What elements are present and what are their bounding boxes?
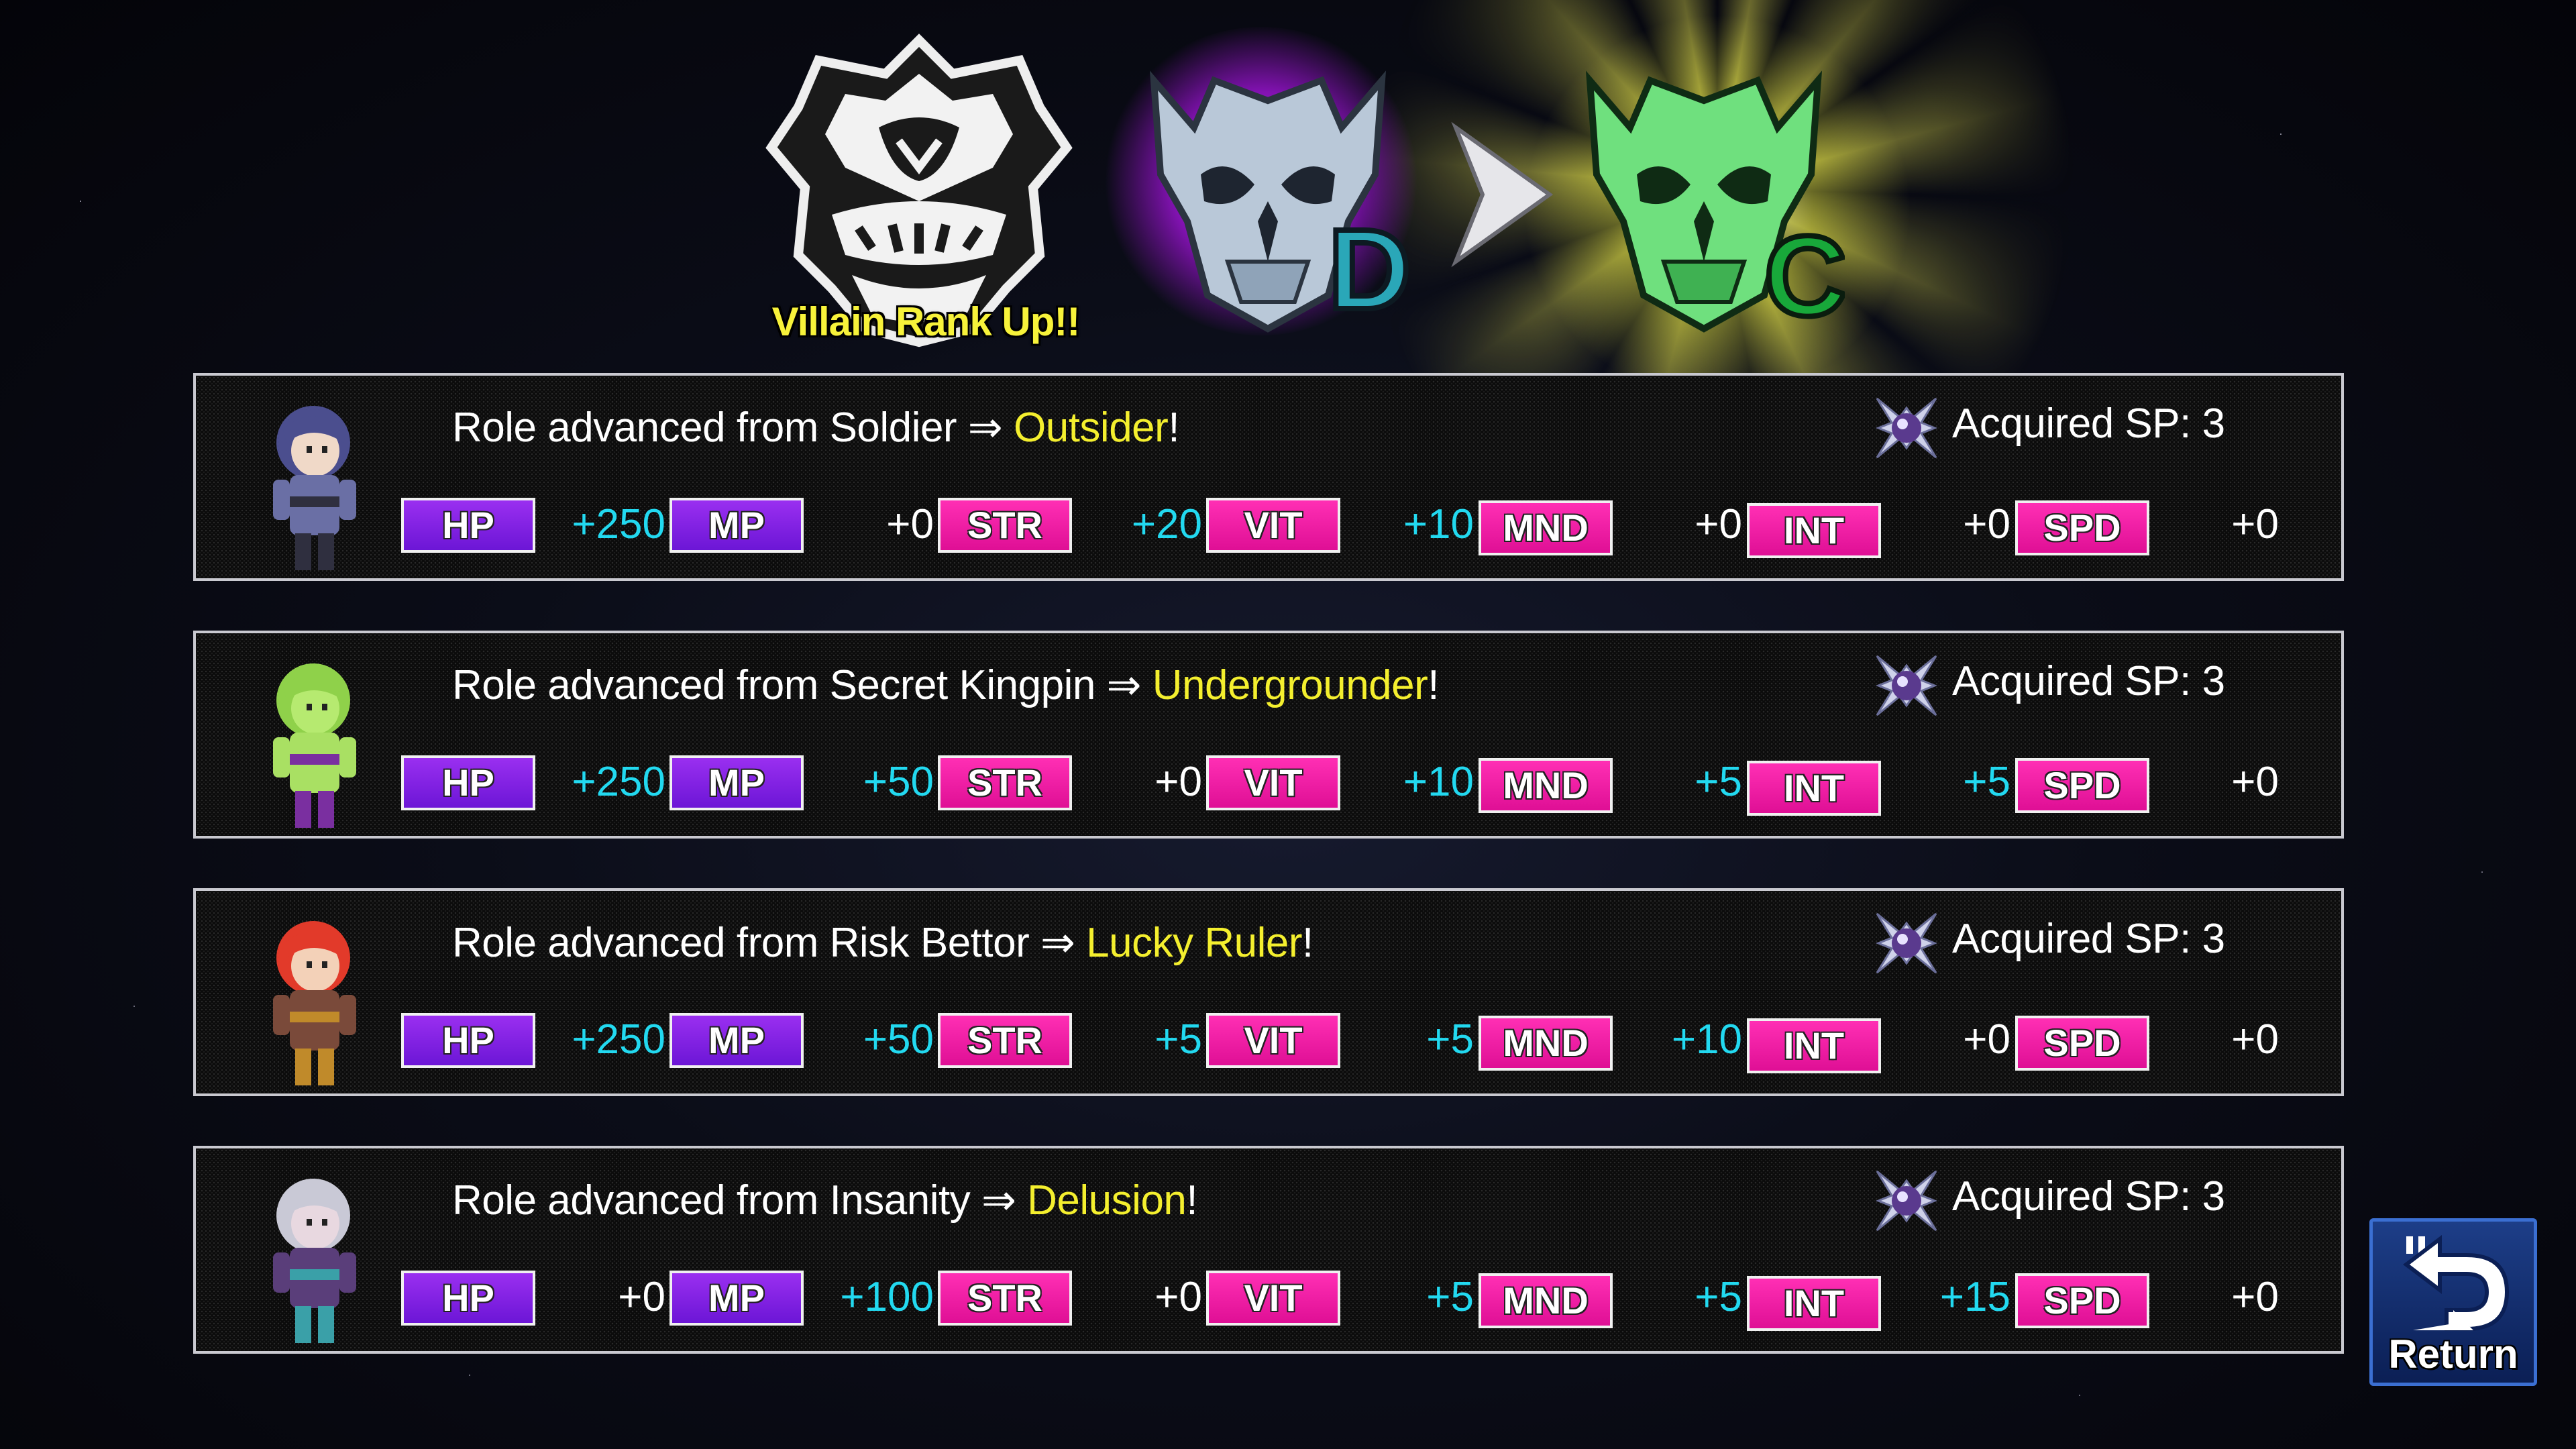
stat-badge-hp: HP [401, 755, 535, 810]
rank-up-header: Villain Rank Up!! D C [0, 0, 2576, 550]
stat-value-mp: +50 [863, 1016, 934, 1063]
character-portrait [273, 663, 356, 828]
stat-badge-hp: HP [401, 1271, 535, 1326]
stat-value-vit: +10 [1403, 759, 1474, 805]
stat-badge-mp: MP [669, 1271, 804, 1326]
sp-crystal-icon [1875, 1170, 1938, 1232]
stat-badge-vit: VIT [1206, 1271, 1340, 1326]
new-role-name: Lucky Ruler [1086, 920, 1303, 966]
stat-badge-spd: SPD [2015, 758, 2149, 813]
stat-badge-int: INT [1747, 761, 1881, 816]
role-from-text: Role advanced from Risk Bettor ⇒ [452, 920, 1087, 966]
return-arrow-icon [2403, 1234, 2510, 1331]
stat-value-str: +20 [1131, 501, 1202, 547]
role-from-text: Role advanced from Soldier ⇒ [452, 405, 1014, 451]
acquired-sp-text: Acquired SP: 3 [1952, 916, 2225, 962]
stat-badge-str: STR [938, 1013, 1072, 1068]
stat-badge-hp: HP [401, 1013, 535, 1068]
rank-d-skull-icon: D [1149, 70, 1409, 335]
stat-badge-vit: VIT [1206, 755, 1340, 810]
stat-value-hp: +250 [572, 1016, 665, 1063]
stat-value-mp: +100 [840, 1274, 934, 1320]
new-role-name: Undergrounder [1152, 662, 1428, 708]
stat-value-vit: +10 [1403, 501, 1474, 547]
stat-badge-str: STR [938, 1271, 1072, 1326]
sp-crystal-icon [1875, 912, 1938, 974]
stat-badge-str: STR [938, 755, 1072, 810]
stat-badge-spd: SPD [2015, 1273, 2149, 1328]
stat-badge-mnd: MND [1479, 500, 1613, 555]
character-portrait [273, 921, 356, 1085]
stat-value-spd: +0 [2231, 759, 2279, 805]
stat-badge-mnd: MND [1479, 1016, 1613, 1071]
return-label: Return [2388, 1332, 2518, 1377]
stat-badge-spd: SPD [2015, 500, 2149, 555]
stat-badge-int: INT [1747, 1276, 1881, 1331]
role-advance-row: Role advanced from Secret Kingpin ⇒ Unde… [193, 631, 2344, 839]
stat-value-hp: +250 [572, 759, 665, 805]
sp-crystal-icon [1875, 655, 1938, 716]
stat-badge-vit: VIT [1206, 1013, 1340, 1068]
stat-badge-int: INT [1747, 503, 1881, 558]
new-role-name: Outsider [1013, 405, 1169, 451]
stat-badge-int: INT [1747, 1018, 1881, 1073]
stat-value-mp: +50 [863, 759, 934, 805]
stat-value-int: +5 [1963, 759, 2010, 805]
rank-c-skull-icon: C [1585, 70, 1845, 335]
stat-value-str: +0 [1155, 1274, 1202, 1320]
new-rank-letter: C [1764, 213, 1845, 335]
character-portrait [273, 1179, 356, 1343]
stat-value-mnd: +5 [1695, 1274, 1742, 1320]
old-rank-letter: D [1328, 206, 1409, 333]
stat-badge-hp: HP [401, 498, 535, 553]
role-suffix: ! [1168, 405, 1180, 451]
rank-arrow-icon [1451, 121, 1554, 268]
stat-badge-mp: MP [669, 755, 804, 810]
stat-value-mp: +0 [886, 501, 934, 547]
role-suffix: ! [1186, 1177, 1198, 1224]
stat-value-hp: +250 [572, 501, 665, 547]
stat-value-mnd: +5 [1695, 759, 1742, 805]
rank-up-text: Villain Rank Up!! [771, 299, 1081, 344]
role-advance-text: Role advanced from Soldier ⇒ Outsider! [452, 402, 1180, 451]
stat-badge-mp: MP [669, 1013, 804, 1068]
character-portrait [273, 406, 356, 570]
stat-value-spd: +0 [2231, 1016, 2279, 1063]
acquired-sp-text: Acquired SP: 3 [1952, 400, 2225, 447]
role-advance-text: Role advanced from Secret Kingpin ⇒ Unde… [452, 660, 1440, 709]
role-suffix: ! [1428, 662, 1440, 708]
stat-badge-vit: VIT [1206, 498, 1340, 553]
acquired-sp-text: Acquired SP: 3 [1952, 658, 2225, 704]
role-advance-row: Role advanced from Insanity ⇒ Delusion! … [193, 1146, 2344, 1354]
stat-value-int: +15 [1939, 1274, 2010, 1320]
stat-value-vit: +5 [1426, 1016, 1474, 1063]
stat-value-spd: +0 [2231, 501, 2279, 547]
sp-crystal-icon [1875, 397, 1938, 459]
role-advance-text: Role advanced from Risk Bettor ⇒ Lucky R… [452, 918, 1313, 967]
role-advance-text: Role advanced from Insanity ⇒ Delusion! [452, 1175, 1198, 1224]
new-role-name: Delusion [1027, 1177, 1187, 1224]
role-from-text: Role advanced from Insanity ⇒ [452, 1177, 1028, 1224]
stat-value-str: +0 [1155, 759, 1202, 805]
stat-value-hp: +0 [618, 1274, 665, 1320]
stat-value-mnd: +10 [1671, 1016, 1742, 1063]
stat-badge-mnd: MND [1479, 758, 1613, 813]
stat-value-mnd: +0 [1695, 501, 1742, 547]
stat-value-int: +0 [1963, 1016, 2010, 1063]
role-suffix: ! [1302, 920, 1313, 966]
stat-value-spd: +0 [2231, 1274, 2279, 1320]
stat-badge-mp: MP [669, 498, 804, 553]
stat-badge-str: STR [938, 498, 1072, 553]
stat-badge-spd: SPD [2015, 1016, 2149, 1071]
acquired-sp-text: Acquired SP: 3 [1952, 1173, 2225, 1220]
return-button[interactable]: Return [2369, 1218, 2537, 1386]
stat-badge-mnd: MND [1479, 1273, 1613, 1328]
stat-value-int: +0 [1963, 501, 2010, 547]
stat-value-str: +5 [1155, 1016, 1202, 1063]
stat-value-vit: +5 [1426, 1274, 1474, 1320]
role-advance-row: Role advanced from Soldier ⇒ Outsider! A… [193, 373, 2344, 581]
role-from-text: Role advanced from Secret Kingpin ⇒ [452, 662, 1152, 708]
role-advance-row: Role advanced from Risk Bettor ⇒ Lucky R… [193, 888, 2344, 1096]
